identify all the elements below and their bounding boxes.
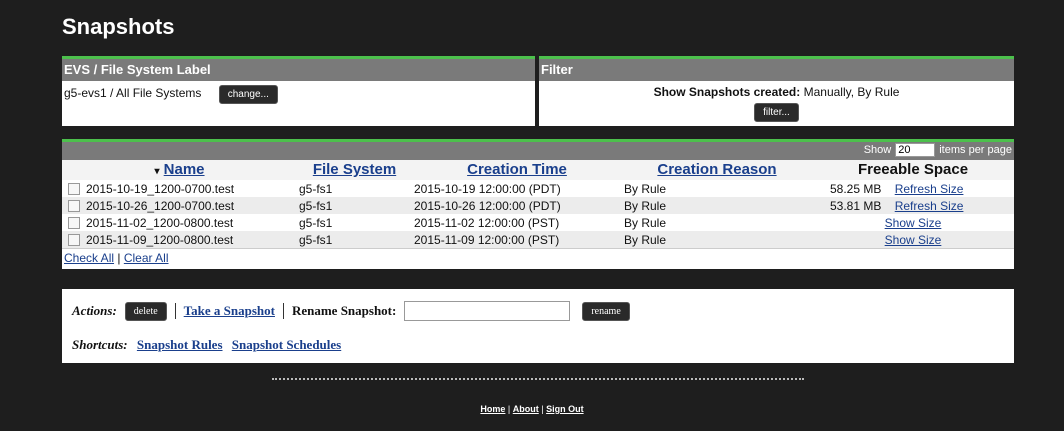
col-header-freeable: Freeable Space <box>812 160 1014 180</box>
evs-panel: EVS / File System Label g5-evs1 / All Fi… <box>62 56 535 126</box>
col-header-creation-reason[interactable]: Creation Reason <box>622 160 812 180</box>
sort-by-name-link[interactable]: Name <box>164 161 205 178</box>
sort-by-creation-reason-link[interactable]: Creation Reason <box>657 161 776 178</box>
col-header-creation-time[interactable]: Creation Time <box>412 160 622 180</box>
file-system: g5-fs1 <box>299 181 333 196</box>
creation-time: 2015-10-19 12:00:00 (PDT) <box>414 181 561 196</box>
snapshot-name: 2015-11-09_1200-0800.test <box>86 232 234 247</box>
take-snapshot-link[interactable]: Take a Snapshot <box>184 303 275 319</box>
filter-button[interactable]: filter... <box>754 103 799 122</box>
pager-suffix-label: items per page <box>939 144 1012 156</box>
evs-panel-header: EVS / File System Label <box>62 59 535 81</box>
creation-reason: By Rule <box>622 197 812 214</box>
table-row: 2015-11-02_1200-0800.test g5-fs1 2015-11… <box>62 214 1014 231</box>
creation-time: 2015-10-26 12:00:00 (PDT) <box>412 197 622 214</box>
delete-button[interactable]: delete <box>124 301 167 321</box>
snapshot-table-panel: Show items per page ▾ Name File System C… <box>62 139 1014 269</box>
creation-reason: By Rule <box>622 231 812 248</box>
col-header-name[interactable]: ▾ Name <box>62 160 297 180</box>
table-row: 2015-10-19_1200-0700.test g5-fs1 2015-10… <box>62 180 1014 197</box>
sort-by-creation-time-link[interactable]: Creation Time <box>467 161 567 178</box>
freeable-size: 58.25 MB <box>830 181 882 196</box>
snapshot-table: ▾ Name File System Creation Time Creatio… <box>62 160 1014 248</box>
pager: Show items per page <box>864 143 1012 157</box>
footer-divider <box>272 378 804 380</box>
check-all-link[interactable]: Check All <box>64 251 114 265</box>
filter-summary: Show Snapshots created: Manually, By Rul… <box>541 85 1012 99</box>
creation-reason: By Rule <box>624 215 667 230</box>
panel-row: EVS / File System Label g5-evs1 / All Fi… <box>62 56 1014 126</box>
table-row: 2015-10-26_1200-0700.test g5-fs1 2015-10… <box>62 197 1014 214</box>
sort-indicator: ▾ <box>154 166 160 177</box>
row-checkbox[interactable] <box>68 183 80 196</box>
filter-panel-body: Show Snapshots created: Manually, By Rul… <box>539 81 1014 126</box>
evs-panel-body: g5-evs1 / All File Systems change... <box>62 81 535 108</box>
table-row: 2015-11-09_1200-0800.test g5-fs1 2015-11… <box>62 231 1014 248</box>
filter-panel-header: Filter <box>539 59 1014 81</box>
filter-panel: Filter Show Snapshots created: Manually,… <box>539 56 1014 126</box>
show-size-link[interactable]: Show Size <box>885 216 942 230</box>
table-header-row: ▾ Name File System Creation Time Creatio… <box>62 160 1014 180</box>
page-title: Snapshots <box>62 14 175 39</box>
filter-prefix: Show Snapshots created: <box>653 85 801 99</box>
creation-reason: By Rule <box>624 181 667 196</box>
actions-label: Actions: <box>72 303 117 318</box>
filter-value: Manually, By Rule <box>803 85 900 99</box>
home-link[interactable]: Home <box>480 404 505 414</box>
snapshot-schedules-link[interactable]: Snapshot Schedules <box>232 337 341 352</box>
freeable-size: 53.81 MB <box>830 198 882 213</box>
snapshot-rules-link[interactable]: Snapshot Rules <box>137 337 223 352</box>
check-links: Check All | Clear All <box>62 248 1014 269</box>
sign-out-link[interactable]: Sign Out <box>546 404 584 414</box>
actions-row: Actions: delete Take a Snapshot Rename S… <box>72 301 630 321</box>
rename-button[interactable]: rename <box>582 301 630 321</box>
shortcuts-row: Shortcuts: Snapshot Rules Snapshot Sched… <box>72 337 341 353</box>
evs-label: g5-evs1 / All File Systems <box>64 86 202 100</box>
rename-input[interactable] <box>404 301 571 321</box>
refresh-size-link[interactable]: Refresh Size <box>895 182 964 196</box>
shortcuts-label: Shortcuts: <box>72 337 128 352</box>
actions-panel: Actions: delete Take a Snapshot Rename S… <box>62 289 1014 363</box>
table-toolbar: Show items per page <box>62 142 1014 160</box>
creation-time: 2015-11-02 12:00:00 (PST) <box>414 215 560 230</box>
rename-label: Rename Snapshot: <box>291 303 397 318</box>
pager-show-label: Show <box>863 144 892 156</box>
col-header-file-system[interactable]: File System <box>297 160 412 180</box>
footer: Home | About | Sign Out <box>480 404 584 414</box>
row-checkbox[interactable] <box>68 234 80 247</box>
creation-time: 2015-11-09 12:00:00 (PST) <box>412 231 622 248</box>
divider <box>174 303 176 319</box>
row-checkbox[interactable] <box>68 217 80 230</box>
snapshot-name: 2015-10-26_1200-0700.test <box>86 198 235 213</box>
change-button[interactable]: change... <box>218 85 278 104</box>
snapshot-name: 2015-11-02_1200-0800.test <box>86 215 234 230</box>
items-per-page-input[interactable] <box>895 143 936 157</box>
file-system: g5-fs1 <box>297 231 412 248</box>
refresh-size-link[interactable]: Refresh Size <box>895 199 964 213</box>
clear-all-link[interactable]: Clear All <box>124 251 169 265</box>
about-link[interactable]: About <box>513 404 539 414</box>
show-size-link[interactable]: Show Size <box>885 233 942 247</box>
file-system: g5-fs1 <box>297 197 412 214</box>
sort-by-file-system-link[interactable]: File System <box>313 161 396 178</box>
snapshot-name: 2015-10-19_1200-0700.test <box>86 181 235 196</box>
divider <box>282 303 284 319</box>
row-checkbox[interactable] <box>68 200 80 213</box>
file-system: g5-fs1 <box>299 215 333 230</box>
